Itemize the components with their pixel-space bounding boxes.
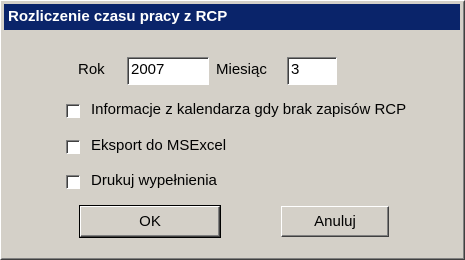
title-bar[interactable]: Rozliczenie czasu pracy z RCP [4, 4, 460, 30]
dialog-frame [1, 1, 464, 259]
window-title: Rozliczenie czasu pracy z RCP [8, 8, 228, 25]
export-excel-checkbox[interactable] [66, 140, 80, 154]
ok-button[interactable]: OK [79, 205, 221, 238]
ok-button-label: OK [139, 213, 161, 230]
print-fill-checkbox[interactable] [66, 175, 80, 189]
month-label: Miesiąc [216, 61, 267, 78]
print-fill-label[interactable]: Drukuj wypełnienia [91, 172, 217, 189]
cancel-button[interactable]: Anuluj [281, 206, 389, 237]
dialog-window: Rozliczenie czasu pracy z RCP Rok 2007 M… [0, 0, 465, 260]
export-excel-label[interactable]: Eksport do MSExcel [91, 137, 226, 154]
year-label: Rok [78, 61, 105, 78]
month-input[interactable]: 3 [287, 57, 337, 85]
cancel-button-label: Anuluj [314, 213, 356, 230]
calendar-info-checkbox[interactable] [66, 104, 80, 118]
calendar-info-label[interactable]: Informacje z kalendarza gdy brak zapisów… [91, 101, 406, 118]
year-input[interactable]: 2007 [127, 57, 209, 85]
